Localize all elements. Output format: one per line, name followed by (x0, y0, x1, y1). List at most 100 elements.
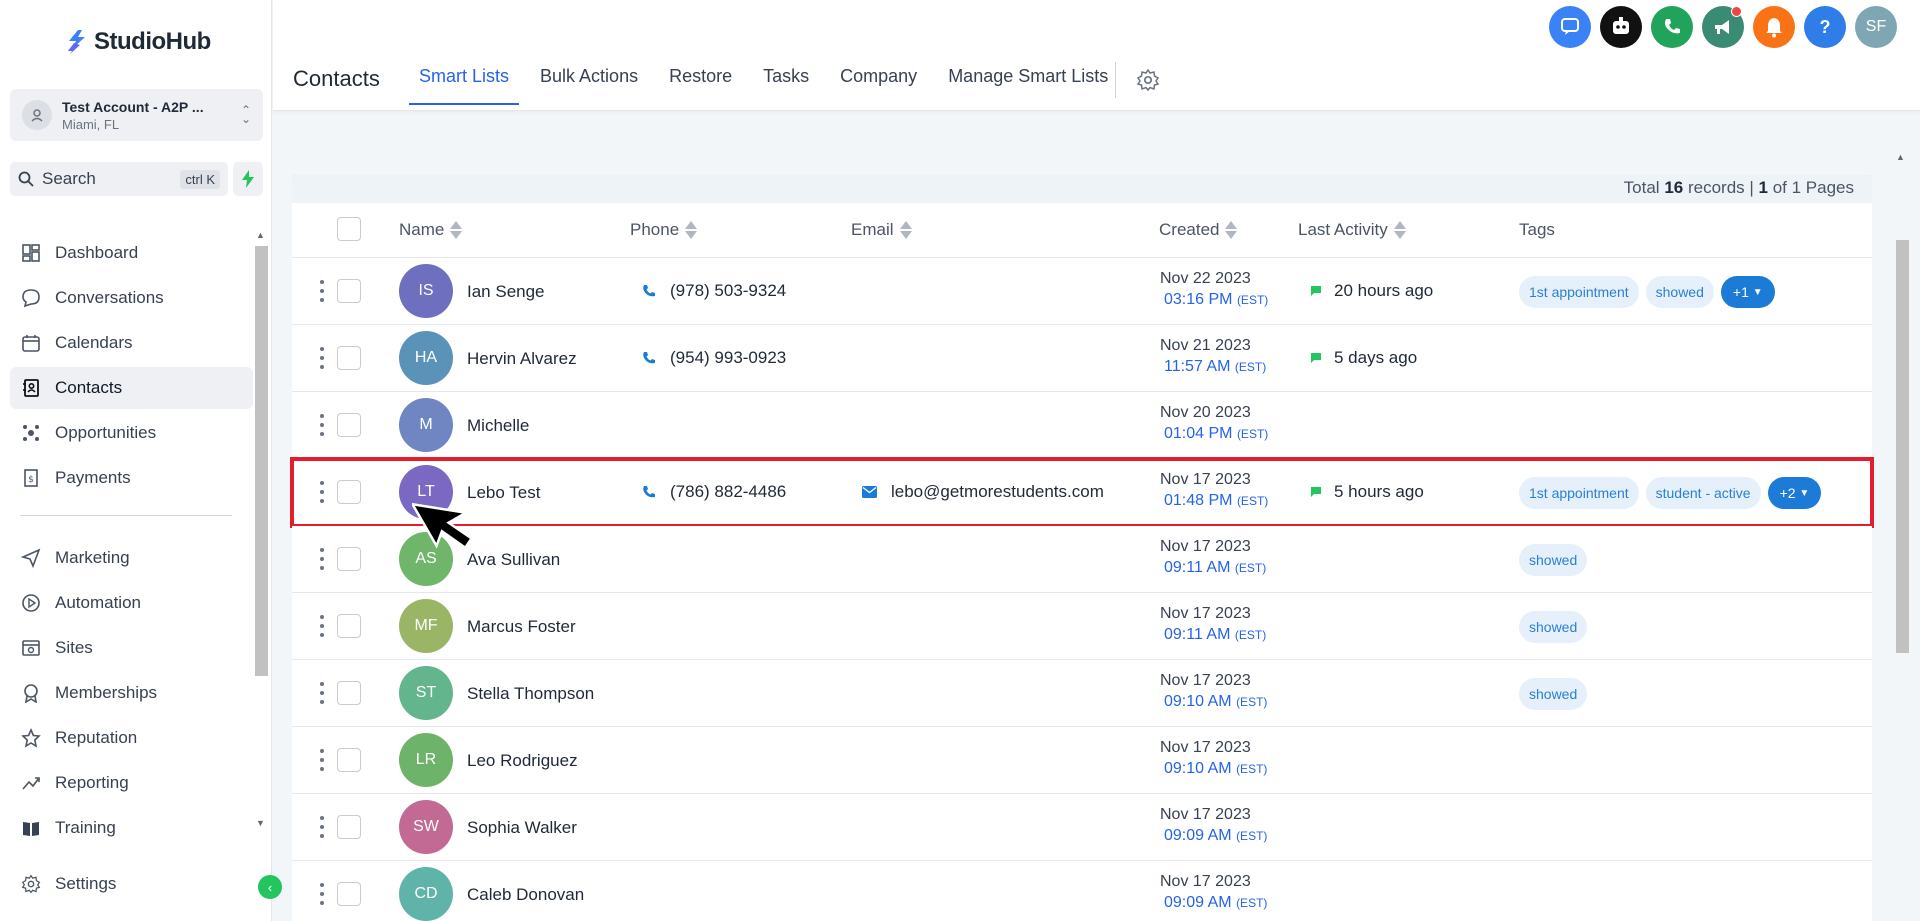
sidebar-item-contacts[interactable]: Contacts (10, 367, 253, 409)
tab-company[interactable]: Company (830, 66, 927, 105)
ai-bot-button[interactable] (1600, 6, 1642, 48)
row-checkbox[interactable] (337, 346, 361, 370)
tab-smart-lists[interactable]: Smart Lists (409, 66, 520, 105)
row-menu-icon[interactable] (319, 548, 325, 570)
sidebar-scrollbar[interactable]: ▲ ▼ (253, 228, 269, 838)
more-tags-button[interactable]: +2 ▼ (1767, 477, 1822, 509)
sidebar-item-conversations[interactable]: Conversations (10, 277, 253, 319)
contact-name[interactable]: Ian Senge (467, 282, 545, 302)
tab-bulk-actions[interactable]: Bulk Actions (530, 66, 648, 105)
tag-badge[interactable]: showed (1519, 611, 1588, 643)
contact-name[interactable]: Caleb Donovan (467, 885, 584, 905)
tag-badge[interactable]: showed (1519, 544, 1588, 576)
column-email-header[interactable]: Email (851, 220, 912, 240)
row-menu-icon[interactable] (319, 280, 325, 302)
tag-badge[interactable]: 1st appointment (1519, 477, 1639, 509)
table-row[interactable]: HA Hervin Alvarez (954) 993-0923 Nov 21 202… (292, 325, 1872, 392)
contact-name[interactable]: Ava Sullivan (467, 550, 560, 570)
contact-phone[interactable]: (786) 882-4486 (642, 482, 786, 502)
phone-call-button[interactable] (1651, 6, 1693, 48)
sidebar-item-payments[interactable]: $ Payments (10, 457, 253, 499)
sidebar-item-opportunities[interactable]: Opportunities (10, 412, 253, 454)
row-menu-icon[interactable] (319, 615, 325, 637)
contact-name[interactable]: Sophia Walker (467, 818, 577, 838)
contact-name[interactable]: Marcus Foster (467, 617, 576, 637)
row-checkbox[interactable] (337, 547, 361, 571)
tag-badge[interactable]: showed (1645, 276, 1714, 308)
sidebar-item-sites[interactable]: Sites (10, 627, 253, 669)
contact-email[interactable]: lebo@getmorestudents.com (862, 482, 1104, 502)
user-avatar-button[interactable]: SF (1855, 6, 1897, 48)
row-checkbox[interactable] (337, 413, 361, 437)
notifications-button[interactable] (1753, 6, 1795, 48)
table-row[interactable]: MF Marcus Foster Nov 17 2023 09:11 AM (EST)… (292, 593, 1872, 660)
scroll-up-icon[interactable]: ▲ (1896, 152, 1905, 162)
sidebar-item-automation[interactable]: Automation (10, 582, 253, 624)
tab-restore[interactable]: Restore (659, 66, 742, 105)
main-scrollbar[interactable]: ▲ (1892, 150, 1910, 921)
sidebar-item-reputation[interactable]: Reputation (10, 717, 253, 759)
tab-manage-smart-lists[interactable]: Manage Smart Lists (938, 66, 1118, 105)
sidebar-item-dashboard[interactable]: Dashboard (10, 232, 253, 274)
row-checkbox[interactable] (337, 279, 361, 303)
table-row[interactable]: SW Sophia Walker Nov 17 2023 09:09 AM (EST) (292, 794, 1872, 861)
row-checkbox[interactable] (337, 614, 361, 638)
row-menu-icon[interactable] (319, 749, 325, 771)
quick-action-button[interactable] (233, 162, 263, 196)
avatar[interactable]: SW (399, 800, 453, 854)
logo[interactable]: StudioHub (66, 28, 211, 56)
search-button[interactable]: Search ctrl K (10, 162, 228, 196)
contact-name[interactable]: Leo Rodriguez (467, 751, 578, 771)
contact-name[interactable]: Lebo Test (467, 483, 540, 503)
avatar[interactable]: HA (399, 331, 453, 385)
avatar[interactable]: M (399, 398, 453, 452)
main-scroll-thumb[interactable] (1896, 240, 1909, 653)
chat-widget-button[interactable] (1549, 6, 1591, 48)
collapse-sidebar-button[interactable]: ‹ (258, 875, 282, 899)
scroll-up-icon[interactable]: ▲ (256, 230, 265, 240)
sidebar-item-marketing[interactable]: Marketing (10, 537, 253, 579)
help-button[interactable]: ? (1804, 6, 1846, 48)
sidebar-item-settings[interactable]: Settings (10, 863, 253, 905)
tag-badge[interactable]: 1st appointment (1519, 276, 1639, 308)
avatar[interactable]: ST (399, 666, 453, 720)
contact-name[interactable]: Hervin Alvarez (467, 349, 577, 369)
more-tags-button[interactable]: +1 ▼ (1720, 276, 1775, 308)
row-menu-icon[interactable] (319, 682, 325, 704)
contact-phone[interactable]: (978) 503-9324 (642, 281, 786, 301)
sidebar-item-reporting[interactable]: Reporting (10, 762, 253, 804)
tag-badge[interactable]: showed (1519, 678, 1588, 710)
account-switcher[interactable]: Test Account - A2P ... Miami, FL ⌃ ⌄ (10, 89, 263, 141)
row-checkbox[interactable] (337, 748, 361, 772)
row-checkbox[interactable] (337, 815, 361, 839)
avatar[interactable]: LR (399, 733, 453, 787)
column-phone-header[interactable]: Phone (630, 220, 698, 240)
sidebar-item-calendars[interactable]: Calendars (10, 322, 253, 364)
sidebar-item-training[interactable]: Training (10, 807, 253, 849)
table-row[interactable]: M Michelle Nov 20 2023 01:04 PM (EST) (292, 392, 1872, 459)
tab-tasks[interactable]: Tasks (753, 66, 819, 105)
avatar[interactable]: IS (399, 264, 453, 318)
row-menu-icon[interactable] (319, 883, 325, 905)
table-row[interactable]: IS Ian Senge (978) 503-9324 Nov 22 2023 03:1… (292, 258, 1872, 325)
contact-phone[interactable]: (954) 993-0923 (642, 348, 786, 368)
contact-name[interactable]: Michelle (467, 416, 529, 436)
column-name-header[interactable]: Name (399, 220, 463, 240)
column-created-header[interactable]: Created (1159, 220, 1238, 240)
avatar[interactable]: MF (399, 599, 453, 653)
table-row[interactable]: CD Caleb Donovan Nov 17 2023 09:09 AM (EST) (292, 861, 1872, 921)
table-row[interactable]: AS Ava Sullivan Nov 17 2023 09:11 AM (EST) s… (292, 526, 1872, 593)
row-checkbox[interactable] (337, 681, 361, 705)
row-menu-icon[interactable] (319, 816, 325, 838)
row-checkbox[interactable] (337, 480, 361, 504)
avatar[interactable]: CD (399, 867, 453, 921)
table-row[interactable]: LT Lebo Test (786) 882-4486 lebo@getmorestu… (290, 457, 1874, 528)
contact-name[interactable]: Stella Thompson (467, 684, 594, 704)
sidebar-item-memberships[interactable]: Memberships (10, 672, 253, 714)
table-row[interactable]: LR Leo Rodriguez Nov 17 2023 09:10 AM (EST) (292, 727, 1872, 794)
tab-settings-button[interactable] (1136, 68, 1160, 97)
row-checkbox[interactable] (337, 882, 361, 906)
row-menu-icon[interactable] (319, 414, 325, 436)
row-menu-icon[interactable] (319, 481, 325, 503)
select-all-checkbox[interactable] (337, 217, 361, 241)
